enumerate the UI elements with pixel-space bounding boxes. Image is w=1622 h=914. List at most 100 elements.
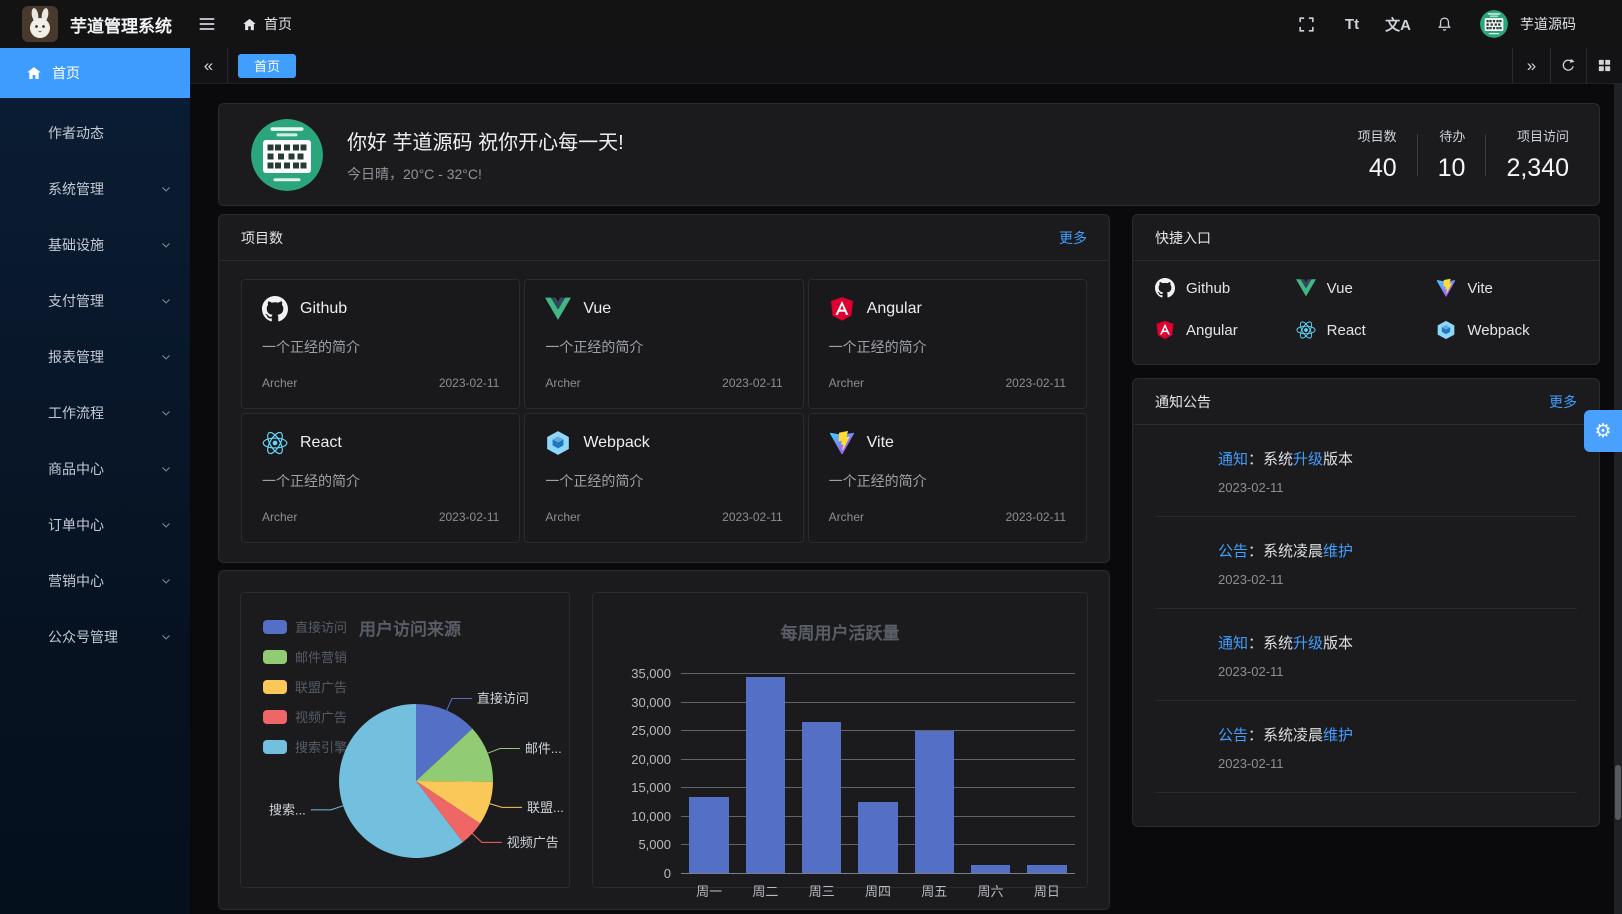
quick-entry-item[interactable]: Vite	[1436, 278, 1577, 298]
bar-周一[interactable]	[689, 797, 728, 873]
stats: 项目数 40 待办 10 项目访问 2,340	[1358, 126, 1569, 183]
notice-qr-avatar	[1155, 446, 1203, 494]
project-card[interactable]: Webpack 一个正经的简介 Archer 2023-02-11	[524, 413, 803, 543]
stat-divider	[1485, 134, 1486, 176]
qr-code-image	[251, 119, 323, 191]
notice-qr-avatar	[1155, 538, 1203, 586]
tabs-scroll-right-button[interactable]: »	[1512, 48, 1550, 83]
projects-title: 项目数	[241, 228, 283, 248]
notice-item[interactable]: 通知：系统升级版本 2023-02-11	[1155, 609, 1577, 701]
project-author: Archer	[262, 510, 297, 524]
stat-value: 10	[1438, 154, 1466, 183]
sidebar-item-label: 系统管理	[26, 179, 160, 199]
project-card[interactable]: Github 一个正经的简介 Archer 2023-02-11	[241, 279, 520, 409]
refresh-tab-button[interactable]	[1550, 48, 1586, 83]
angular-icon	[1155, 320, 1175, 340]
sidebar-item-label: 订单中心	[26, 515, 160, 535]
bar-周三[interactable]	[802, 722, 841, 873]
quick-entry-item[interactable]: Github	[1155, 278, 1296, 298]
chevron-down-icon	[160, 295, 172, 307]
sidebar-item[interactable]: 工作流程	[0, 388, 190, 438]
sidebar-item[interactable]: 公众号管理	[0, 612, 190, 662]
sidebar-item-label: 营销中心	[26, 571, 160, 591]
y-axis-tick: 20,000	[607, 752, 671, 767]
tabs-scroll-left-button[interactable]: «	[190, 48, 228, 83]
home-icon	[242, 17, 257, 32]
bar-周五[interactable]	[915, 731, 954, 873]
project-card[interactable]: Vite 一个正经的简介 Archer 2023-02-11	[808, 413, 1087, 543]
y-axis-tick: 5,000	[607, 837, 671, 852]
tabs-bar: « 首页 »	[190, 48, 1622, 84]
notices-title: 通知公告	[1155, 392, 1211, 412]
notice-item[interactable]: 公告：系统凌晨维护 2023-02-11	[1155, 517, 1577, 609]
project-description: 一个正经的简介	[262, 471, 499, 491]
quick-entry-item[interactable]: React	[1296, 320, 1437, 340]
brand: 芋道管理系统	[0, 6, 190, 42]
app-title: 芋道管理系统	[70, 12, 172, 37]
locale-button[interactable]: 文A	[1380, 4, 1416, 44]
notice-item[interactable]: 公告：系统凌晨维护 2023-02-11	[1155, 701, 1577, 793]
font-size-button[interactable]: Tt	[1334, 4, 1370, 44]
project-date: 2023-02-11	[722, 510, 783, 524]
quick-entry-item[interactable]: Vue	[1296, 278, 1437, 298]
notification-bell-button[interactable]	[1426, 4, 1462, 44]
project-card[interactable]: Vue 一个正经的简介 Archer 2023-02-11	[524, 279, 803, 409]
sidebar-collapse-button[interactable]	[190, 0, 224, 48]
quick-entry-item[interactable]: Angular	[1155, 320, 1296, 340]
scrollbar-thumb[interactable]	[1615, 765, 1621, 820]
bar-chart: 05,00010,00015,00020,00025,00030,00035,0…	[607, 673, 1079, 887]
sidebar-item[interactable]: 系统管理	[0, 164, 190, 214]
project-card[interactable]: Angular 一个正经的简介 Archer 2023-02-11	[808, 279, 1087, 409]
breadcrumb[interactable]: 首页	[242, 14, 292, 34]
sidebar-item[interactable]: 报表管理	[0, 332, 190, 382]
bar-周六[interactable]	[971, 865, 1010, 873]
grid-icon	[1596, 57, 1613, 74]
fullscreen-icon	[1297, 15, 1316, 34]
bar-周四[interactable]	[858, 802, 897, 873]
bar-chart-card: 每周用户活跃量 05,00010,00015,00020,00025,00030…	[592, 592, 1088, 888]
sidebar-item[interactable]: 营销中心	[0, 556, 190, 606]
react-icon	[1296, 320, 1316, 340]
vue-icon	[1296, 278, 1316, 298]
bar-周二[interactable]	[746, 677, 785, 873]
sidebar-item[interactable]: 首页	[0, 48, 190, 98]
sidebar-item[interactable]: 支付管理	[0, 276, 190, 326]
sidebar-item[interactable]: 商品中心	[0, 444, 190, 494]
sidebar-item[interactable]: 订单中心	[0, 500, 190, 550]
project-date: 2023-02-11	[1006, 510, 1067, 524]
quick-entry-item[interactable]: Webpack	[1436, 320, 1577, 340]
user-avatar[interactable]	[1480, 10, 1508, 38]
vertical-scrollbar[interactable]	[1614, 84, 1622, 914]
y-axis-tick: 30,000	[607, 695, 671, 710]
notices-more-link[interactable]: 更多	[1549, 392, 1577, 412]
notice-date: 2023-02-11	[1218, 480, 1353, 495]
sidebar-item-label: 商品中心	[26, 459, 160, 479]
x-axis-label: 周五	[906, 881, 962, 900]
sidebar-item[interactable]: 基础设施	[0, 220, 190, 270]
locale-icon: 文A	[1385, 14, 1411, 35]
tab-home[interactable]: 首页	[238, 54, 296, 78]
charts-card: 用户访问来源 直接访问邮件营销联盟广告视频广告搜索引擎 直接访问邮件...联盟.…	[218, 570, 1110, 910]
layout-grid-button[interactable]	[1586, 48, 1622, 83]
sidebar-item-label: 基础设施	[26, 235, 160, 255]
profile-qr-avatar	[251, 119, 323, 191]
vite-icon	[1436, 278, 1456, 298]
quick-entry-label: Webpack	[1467, 322, 1529, 339]
bar-周日[interactable]	[1027, 865, 1066, 873]
user-name[interactable]: 芋道源码	[1520, 14, 1576, 34]
project-date: 2023-02-11	[439, 510, 500, 524]
projects-more-link[interactable]: 更多	[1059, 228, 1087, 248]
bar-chart-title: 每周用户活跃量	[593, 619, 1087, 644]
project-card[interactable]: React 一个正经的简介 Archer 2023-02-11	[241, 413, 520, 543]
project-author: Archer	[829, 510, 864, 524]
weather-text: 今日晴，20°C - 32°C!	[347, 164, 1358, 184]
theme-settings-button[interactable]: ⚙	[1584, 410, 1622, 452]
fullscreen-button[interactable]	[1288, 4, 1324, 44]
chevron-down-icon	[160, 407, 172, 419]
y-axis-tick: 35,000	[607, 666, 671, 681]
quick-entry-card: 快捷入口 Github Vue	[1132, 214, 1600, 365]
main-content: 你好 芋道源码 祝你开心每一天! 今日晴，20°C - 32°C! 项目数 40…	[190, 84, 1622, 914]
sidebar-item[interactable]: 作者动态	[0, 108, 190, 158]
notice-item[interactable]: 通知：系统升级版本 2023-02-11	[1155, 425, 1577, 517]
notice-title: 通知：系统升级版本	[1218, 632, 1353, 653]
